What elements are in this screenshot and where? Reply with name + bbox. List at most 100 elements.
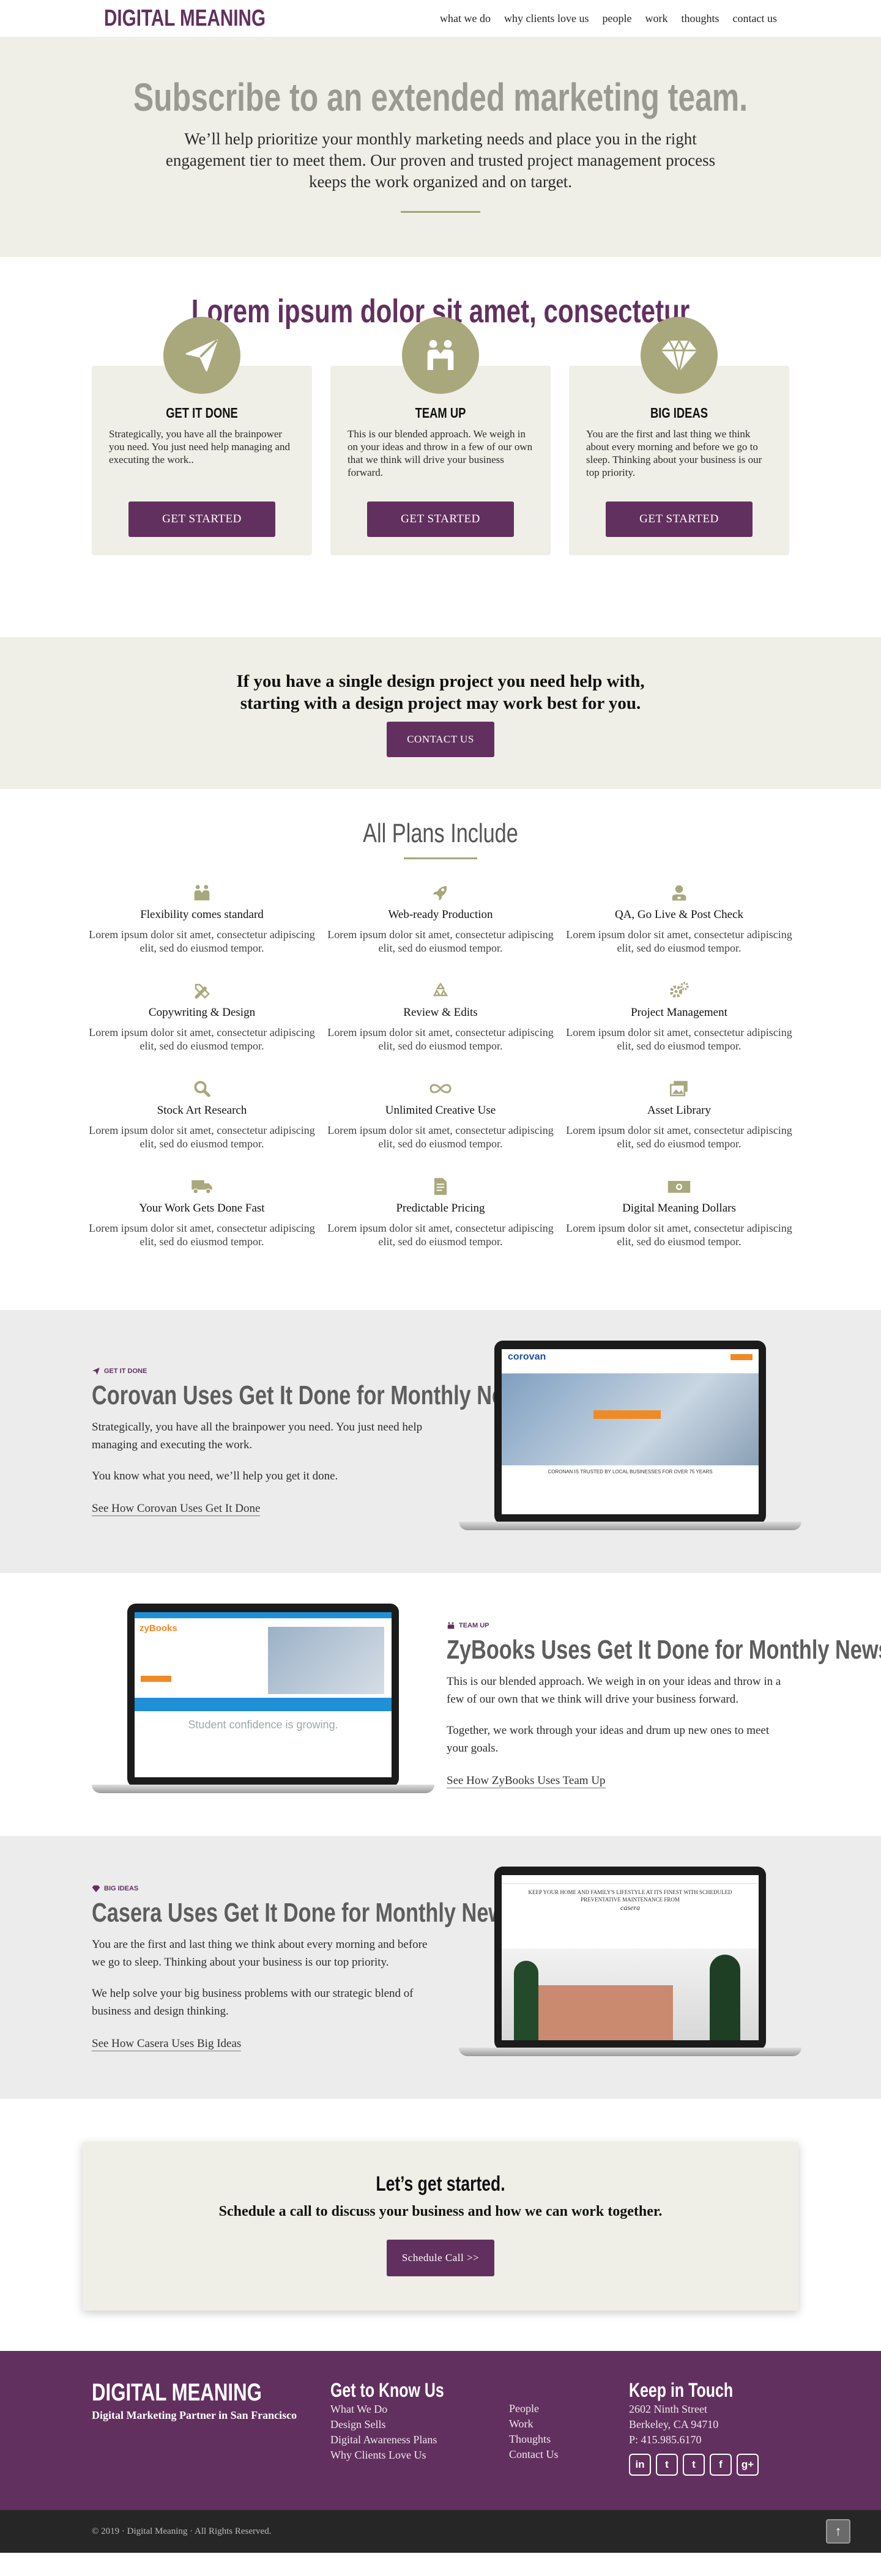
- contact-us-button[interactable]: CONTACT US: [387, 722, 494, 757]
- feature-text: Lorem ipsum dolor sit amet, consectetur …: [89, 1026, 315, 1052]
- footer-link[interactable]: Work: [509, 2416, 629, 2432]
- feature-text: Lorem ipsum dolor sit amet, consectetur …: [566, 1124, 792, 1150]
- linkedin-icon[interactable]: in: [629, 2454, 651, 2476]
- footer-heading: Keep in Touch: [629, 2379, 734, 2401]
- back-to-top-icon[interactable]: ↑: [826, 2519, 850, 2544]
- footer-link[interactable]: Design Sells: [330, 2417, 509, 2432]
- hero-text: We’ll help prioritize your monthly marke…: [165, 130, 716, 191]
- gears-icon: [560, 980, 798, 1001]
- tumblr-icon[interactable]: t: [683, 2454, 705, 2476]
- case-text: This is our blended approach. We weigh i…: [447, 1675, 781, 1706]
- feature-item: Your Work Gets Done Fast Lorem ipsum dol…: [83, 1176, 321, 1248]
- feature-text: Lorem ipsum dolor sit amet, consectetur …: [89, 1124, 315, 1150]
- feature-title: Copywriting & Design: [148, 1006, 256, 1019]
- footer-logo[interactable]: DIGITAL MEANING: [92, 2379, 278, 2407]
- footer-address: Berkeley, CA 94710: [629, 2418, 719, 2430]
- footer-tagline: Digital Marketing Partner in San Francis…: [92, 2409, 297, 2421]
- feature-item: Digital Meaning Dollars Lorem ipsum dolo…: [560, 1176, 798, 1248]
- feature-title: Project Management: [631, 1006, 727, 1019]
- footer-link[interactable]: People: [509, 2401, 629, 2416]
- case-text: Together, we work through your ideas and…: [447, 1723, 770, 1755]
- feature-title: Predictable Pricing: [396, 1202, 485, 1215]
- diamond-icon: [641, 317, 718, 394]
- feature-item: Flexibility comes standard Lorem ipsum d…: [83, 883, 321, 955]
- get-started-button[interactable]: GET STARTED: [367, 502, 514, 537]
- case-link[interactable]: See How ZyBooks Uses Team Up: [447, 1774, 606, 1788]
- get-started-button[interactable]: GET STARTED: [606, 502, 753, 537]
- nav-work[interactable]: work: [645, 12, 668, 25]
- site-logo[interactable]: DIGITAL MEANING: [104, 6, 266, 32]
- case-tag-label: GET IT DONE: [104, 1368, 147, 1375]
- twitter-icon[interactable]: t: [656, 2454, 678, 2476]
- footer-link[interactable]: Digital Awareness Plans: [330, 2432, 509, 2448]
- social-links: in t t f g+: [629, 2454, 762, 2476]
- feature-title: QA, Go Live & Post Check: [614, 908, 744, 921]
- feature-title: Stock Art Research: [157, 1104, 247, 1117]
- footer-link[interactable]: Thoughts: [509, 2432, 629, 2447]
- footer-link[interactable]: What We Do: [330, 2402, 509, 2417]
- feature-title: Web-ready Production: [388, 908, 493, 921]
- footer-phone[interactable]: P: 415.985.6170: [629, 2432, 762, 2448]
- website-screenshot: KEEP YOUR HOME AND FAMILY'S LIFESTYLE AT…: [502, 1875, 759, 2040]
- feature-item: Asset Library Lorem ipsum dolor sit amet…: [560, 1078, 798, 1150]
- feature-item: Web-ready Production Lorem ipsum dolor s…: [321, 883, 560, 955]
- footer-heading: Get to Know Us: [330, 2379, 444, 2401]
- case-study-corovan: GET IT DONE Corovan Uses Get It Done for…: [0, 1310, 881, 1573]
- plan-card-text: This is our blended approach. We weigh i…: [348, 428, 533, 478]
- case-text: Strategically, you have all the brainpow…: [92, 1421, 423, 1451]
- feature-item: Stock Art Research Lorem ipsum dolor sit…: [83, 1078, 321, 1150]
- laptop-mockup: zyBooks Student confidence is growing.: [92, 1604, 434, 1805]
- screen-logo: corovan: [508, 1352, 546, 1362]
- feature-item: Predictable Pricing Lorem ipsum dolor si…: [321, 1176, 560, 1248]
- feature-item: QA, Go Live & Post Check Lorem ipsum dol…: [560, 883, 798, 955]
- recycle-icon: [321, 980, 560, 1001]
- nav-contact[interactable]: contact us: [733, 12, 777, 25]
- footer-link[interactable]: Contact Us: [509, 2447, 629, 2462]
- plan-card-text: Strategically, you have all the brainpow…: [109, 428, 291, 465]
- google-plus-icon[interactable]: g+: [737, 2454, 759, 2476]
- all-plans-heading: All Plans Include: [363, 818, 518, 848]
- nav-thoughts[interactable]: thoughts: [682, 12, 719, 25]
- nav-why-clients[interactable]: why clients love us: [504, 12, 589, 25]
- feature-title: Digital Meaning Dollars: [622, 1202, 736, 1215]
- feature-title: Your Work Gets Done Fast: [139, 1202, 265, 1215]
- schedule-call-button[interactable]: Schedule Call >>: [387, 2240, 494, 2276]
- plan-card-team-up: TEAM UP This is our blended approach. We…: [330, 317, 551, 555]
- get-started-button[interactable]: GET STARTED: [128, 502, 275, 537]
- screen-caption: CORONAN IS TRUSTED BY LOCAL BUSINESSES F…: [548, 1469, 713, 1475]
- feature-text: Lorem ipsum dolor sit amet, consectetur …: [566, 1222, 792, 1248]
- screen-logo: zyBooks: [139, 1623, 177, 1634]
- feature-title: Review & Edits: [403, 1006, 478, 1019]
- plan-card-text: You are the first and last thing we thin…: [586, 428, 762, 478]
- feature-text: Lorem ipsum dolor sit amet, consectetur …: [89, 928, 315, 954]
- footer-address: 2602 Ninth Street: [629, 2403, 707, 2415]
- case-tag-label: TEAM UP: [459, 1621, 489, 1629]
- screen-caption: Student confidence is growing.: [188, 1719, 338, 1731]
- hero-title: Subscribe to an extended marketing team.: [133, 75, 748, 119]
- case-title: ZyBooks Uses Get It Done for Monthly New…: [447, 1634, 881, 1665]
- nav-what-we-do[interactable]: what we do: [440, 12, 491, 25]
- case-text: You know what you need, we’ll help you g…: [92, 1470, 338, 1482]
- feature-item: Unlimited Creative Use Lorem ipsum dolor…: [321, 1078, 560, 1150]
- nav-people[interactable]: people: [603, 12, 632, 25]
- footer-link[interactable]: Why Clients Love Us: [330, 2448, 509, 2463]
- case-link[interactable]: See How Corovan Uses Get It Done: [92, 1502, 261, 1516]
- team-icon: [402, 317, 479, 394]
- feature-text: Lorem ipsum dolor sit amet, consectetur …: [89, 1222, 315, 1248]
- money-icon: [560, 1176, 798, 1197]
- images-icon: [560, 1078, 798, 1099]
- case-link[interactable]: See How Casera Uses Big Ideas: [92, 2037, 242, 2051]
- plan-card-title: TEAM UP: [415, 405, 466, 421]
- case-title: Casera Uses Get It Done for Monthly News: [92, 1897, 517, 1928]
- case-study-casera: BIG IDEAS Casera Uses Get It Done for Mo…: [0, 1836, 881, 2099]
- case-tag-label: BIG IDEAS: [104, 1884, 139, 1892]
- feature-text: Lorem ipsum dolor sit amet, consectetur …: [566, 1026, 792, 1052]
- facebook-icon[interactable]: f: [710, 2454, 732, 2476]
- screen-caption: KEEP YOUR HOME AND FAMILY'S LIFESTYLE AT…: [528, 1889, 732, 1903]
- feature-text: Lorem ipsum dolor sit amet, consectetur …: [327, 1124, 554, 1150]
- feature-text: Lorem ipsum dolor sit amet, consectetur …: [566, 928, 792, 954]
- feature-title: Flexibility comes standard: [140, 908, 264, 921]
- team-icon: [447, 1621, 455, 1629]
- features-divider: [404, 857, 477, 859]
- cta-section: Let’s get started. Schedule a call to di…: [0, 2099, 881, 2351]
